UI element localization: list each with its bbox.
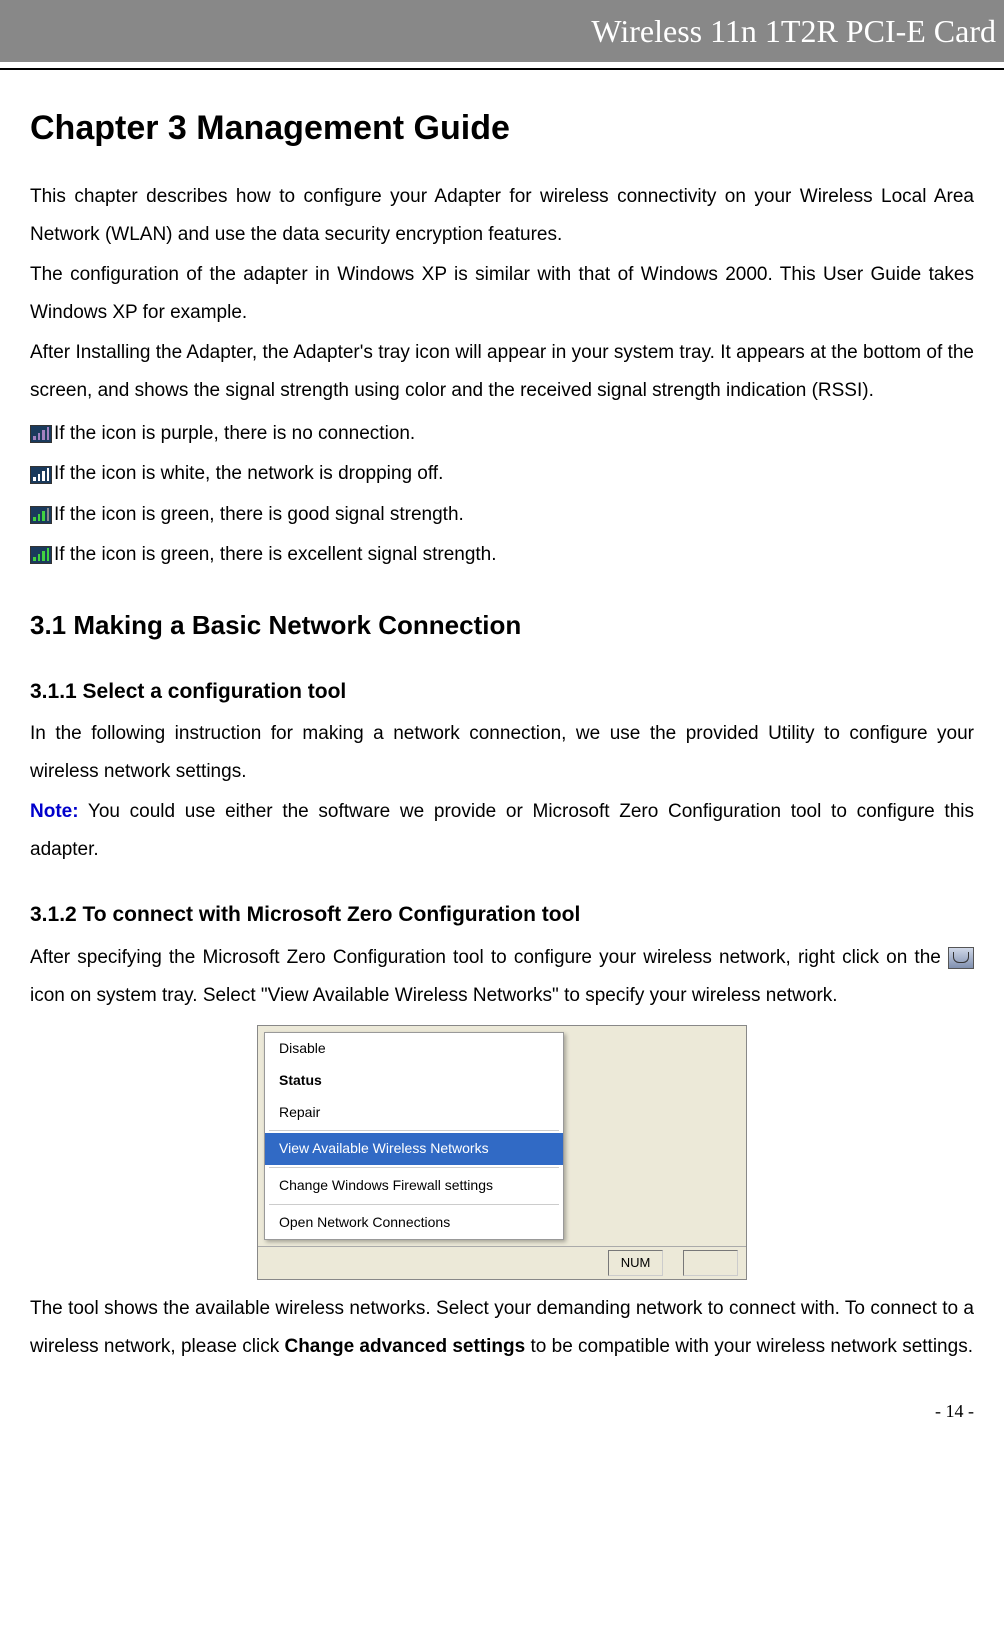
after-screenshot-text: The tool shows the available wireless ne…	[30, 1290, 974, 1366]
section-3-1-1-text: In the following instruction for making …	[30, 715, 974, 791]
header-divider	[0, 68, 1004, 70]
section-3-1-2-text-before: After specifying the Microsoft Zero Conf…	[30, 947, 948, 968]
icon-line-white: If the icon is white, the network is dro…	[30, 458, 974, 490]
menu-item-repair[interactable]: Repair	[265, 1097, 563, 1129]
page-footer: - 14 -	[30, 1396, 974, 1437]
menu-item-firewall[interactable]: Change Windows Firewall settings	[265, 1170, 563, 1202]
menu-item-status[interactable]: Status	[265, 1065, 563, 1097]
icon-line-purple: If the icon is purple, there is no conne…	[30, 418, 974, 450]
menu-item-disable[interactable]: Disable	[265, 1033, 563, 1065]
intro-paragraph-2: The configuration of the adapter in Wind…	[30, 256, 974, 332]
menu-separator-1	[269, 1130, 559, 1131]
status-cell-empty	[683, 1250, 738, 1276]
chapter-title: Chapter 3 Management Guide	[30, 100, 974, 158]
intro-paragraph-3: After Installing the Adapter, the Adapte…	[30, 334, 974, 410]
section-3-1-1-title: 3.1.1 Select a configuration tool	[30, 674, 974, 710]
menu-item-view-networks[interactable]: View Available Wireless Networks	[265, 1133, 563, 1165]
section-3-1-2-text-after: icon on system tray. Select "View Availa…	[30, 985, 838, 1006]
signal-icon-white	[30, 466, 52, 484]
menu-separator-3	[269, 1204, 559, 1205]
after-text-end: to be compatible with your wireless netw…	[525, 1336, 973, 1357]
signal-icon-purple	[30, 425, 52, 443]
icon-line-white-text: If the icon is white, the network is dro…	[54, 458, 443, 490]
wireless-tray-icon	[948, 947, 974, 969]
note-label: Note:	[30, 801, 79, 822]
signal-icon-green-good	[30, 506, 52, 524]
intro-paragraph-1: This chapter describes how to configure …	[30, 178, 974, 254]
icon-line-green-excellent: If the icon is green, there is excellent…	[30, 539, 974, 571]
context-menu-panel: Disable Status Repair View Available Wir…	[264, 1032, 564, 1240]
status-bar: NUM	[258, 1246, 746, 1279]
icon-line-green-good-text: If the icon is green, there is good sign…	[54, 499, 464, 531]
menu-item-open-connections[interactable]: Open Network Connections	[265, 1207, 563, 1239]
menu-separator-2	[269, 1167, 559, 1168]
section-3-1-1-note: Note: You could use either the software …	[30, 793, 974, 869]
status-cell-num: NUM	[608, 1250, 663, 1276]
icon-line-green-good: If the icon is green, there is good sign…	[30, 499, 974, 531]
context-menu-screenshot: Disable Status Repair View Available Wir…	[257, 1025, 747, 1280]
after-text-bold: Change advanced settings	[284, 1336, 525, 1357]
document-header-bar: Wireless 11n 1T2R PCI-E Card	[0, 0, 1004, 62]
section-3-1-title: 3.1 Making a Basic Network Connection	[30, 603, 974, 647]
section-3-1-2-text: After specifying the Microsoft Zero Conf…	[30, 939, 974, 1015]
icon-line-green-excellent-text: If the icon is green, there is excellent…	[54, 539, 497, 571]
signal-icon-green-excellent	[30, 546, 52, 564]
note-text: You could use either the software we pro…	[30, 801, 974, 860]
section-3-1-2-title: 3.1.2 To connect with Microsoft Zero Con…	[30, 897, 974, 933]
icon-line-purple-text: If the icon is purple, there is no conne…	[54, 418, 415, 450]
